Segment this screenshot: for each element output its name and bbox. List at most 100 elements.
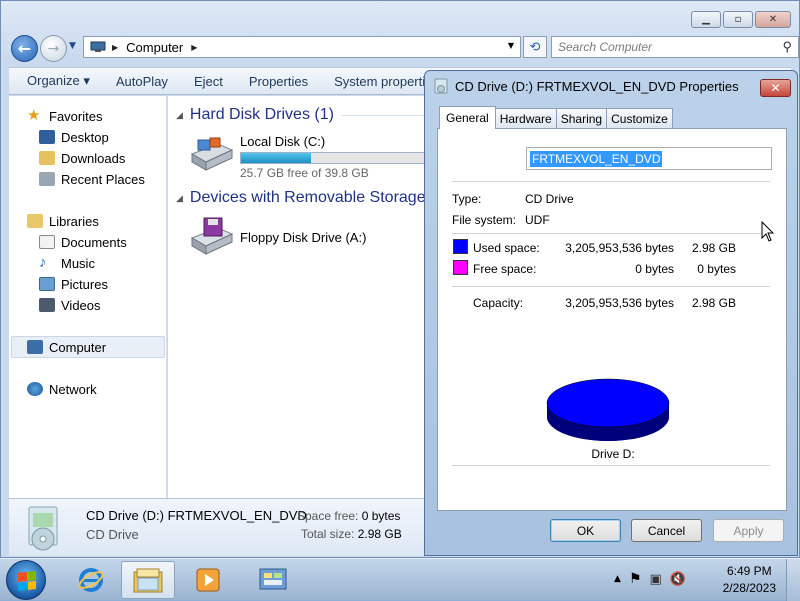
nav-libraries[interactable]: Libraries bbox=[27, 211, 99, 231]
maximize-button[interactable]: ▫ bbox=[723, 11, 753, 28]
pictures-icon bbox=[39, 277, 55, 291]
dialog-close-button[interactable]: ✕ bbox=[760, 79, 791, 97]
floppy-drive-icon bbox=[190, 217, 234, 255]
details-total-size: Total size: 2.98 GB bbox=[301, 527, 402, 541]
nav-label: Recent Places bbox=[61, 171, 145, 187]
autoplay-button[interactable]: AutoPlay bbox=[103, 74, 181, 89]
nav-recent-places[interactable]: Recent Places bbox=[39, 169, 145, 189]
collapse-arrow-icon[interactable]: ◢ bbox=[176, 110, 183, 121]
forward-button[interactable]: → bbox=[40, 35, 67, 62]
computer-icon bbox=[90, 41, 106, 52]
free-space-swatch bbox=[453, 260, 468, 275]
drive-floppy-a[interactable]: Floppy Disk Drive (A:) bbox=[188, 216, 366, 256]
breadcrumb-computer[interactable]: Computer bbox=[126, 40, 183, 55]
nav-label: Pictures bbox=[61, 276, 108, 292]
refresh-button[interactable]: ⟲ bbox=[523, 36, 547, 58]
collapse-arrow-icon[interactable]: ◢ bbox=[176, 193, 183, 204]
divider bbox=[452, 286, 770, 287]
tab-hardware[interactable]: Hardware bbox=[494, 108, 557, 128]
tab-general[interactable]: General bbox=[439, 106, 496, 129]
nav-music[interactable]: ♪ Music bbox=[39, 253, 95, 273]
details-pane: CD Drive (D:) FRTMEXVOL_EN_DVD CD Drive … bbox=[9, 498, 425, 556]
taskbar-control-panel[interactable] bbox=[246, 561, 300, 599]
start-button[interactable] bbox=[6, 560, 46, 600]
total-size-value: 2.98 GB bbox=[357, 527, 402, 541]
disk-usage-fill bbox=[241, 153, 312, 163]
properties-button[interactable]: Properties bbox=[236, 74, 321, 89]
system-clock[interactable]: 6:49 PM 2/28/2023 bbox=[723, 563, 776, 597]
file-system-value: UDF bbox=[525, 213, 550, 227]
property-tabs: General Hardware Sharing Customize bbox=[439, 106, 673, 129]
group-label: Hard Disk Drives (1) bbox=[189, 106, 334, 123]
apply-button[interactable]: Apply bbox=[713, 519, 784, 542]
details-space-free: Space free: 0 bytes bbox=[297, 509, 400, 523]
documents-icon bbox=[39, 235, 55, 249]
windows-logo-icon bbox=[18, 571, 36, 591]
type-label: Type: bbox=[452, 192, 482, 206]
tab-sharing[interactable]: Sharing bbox=[555, 108, 608, 128]
clock-time: 6:49 PM bbox=[726, 564, 772, 578]
control-panel-icon bbox=[259, 568, 287, 590]
ok-button[interactable]: OK bbox=[550, 519, 621, 542]
star-icon: ★ bbox=[27, 107, 41, 124]
show-desktop-button[interactable] bbox=[786, 559, 800, 601]
nav-label: Documents bbox=[61, 234, 127, 250]
show-hidden-icons-button[interactable]: ▲ bbox=[614, 574, 621, 584]
tab-customize[interactable]: Customize bbox=[606, 108, 673, 128]
nav-label: Libraries bbox=[49, 213, 99, 229]
nav-downloads[interactable]: Downloads bbox=[39, 148, 125, 168]
address-dropdown-icon[interactable]: ▼ bbox=[508, 41, 514, 50]
volume-muted-icon[interactable]: 🔇 bbox=[670, 572, 686, 587]
libraries-icon bbox=[27, 214, 43, 228]
organize-menu[interactable]: Organize ▾ bbox=[9, 73, 103, 89]
network-status-icon[interactable]: ▣ bbox=[650, 572, 662, 587]
nav-pictures[interactable]: Pictures bbox=[39, 274, 108, 294]
nav-label: Favorites bbox=[49, 108, 103, 124]
group-hard-disk-drives[interactable]: ◢ Hard Disk Drives (1) bbox=[176, 106, 425, 124]
nav-label: Music bbox=[61, 255, 95, 271]
free-space-gb: 0 bytes bbox=[697, 262, 736, 276]
nav-network[interactable]: Network bbox=[27, 379, 97, 399]
used-space-swatch bbox=[453, 239, 468, 254]
nav-favorites[interactable]: ★ Favorites bbox=[27, 106, 102, 126]
downloads-folder-icon bbox=[39, 151, 55, 165]
cancel-button[interactable]: Cancel bbox=[631, 519, 702, 542]
internet-explorer-icon bbox=[78, 568, 104, 592]
music-icon: ♪ bbox=[39, 254, 47, 271]
back-button[interactable]: ← bbox=[11, 35, 38, 62]
dialog-title-bar[interactable]: CD Drive (D:) FRTMEXVOL_EN_DVD Propertie… bbox=[433, 78, 739, 94]
search-placeholder: Search Computer bbox=[558, 40, 653, 54]
action-center-flag-icon[interactable]: ⚑ bbox=[629, 571, 642, 587]
nav-videos[interactable]: Videos bbox=[39, 295, 101, 315]
group-removable-storage[interactable]: ◢ Devices with Removable Storage (2 bbox=[176, 189, 425, 207]
taskbar-windows-explorer[interactable] bbox=[121, 561, 175, 599]
used-space-gb: 2.98 GB bbox=[691, 241, 736, 255]
address-bar[interactable]: ▶ Computer ▶ ▼ bbox=[83, 36, 521, 58]
eject-button[interactable]: Eject bbox=[181, 74, 236, 89]
taskbar-internet-explorer[interactable] bbox=[64, 561, 118, 599]
nav-computer[interactable]: Computer bbox=[27, 337, 106, 357]
drive-local-disk-c[interactable]: Local Disk (C:) 25.7 GB free of 39.8 GB bbox=[188, 132, 425, 180]
breadcrumb-separator-icon[interactable]: ▶ bbox=[112, 43, 118, 52]
file-system-label: File system: bbox=[452, 213, 517, 227]
recent-pages-dropdown[interactable]: ▼ bbox=[69, 41, 76, 51]
network-icon bbox=[27, 382, 43, 396]
capacity-gb: 2.98 GB bbox=[691, 296, 736, 310]
close-button[interactable]: ✕ bbox=[755, 11, 791, 28]
disk-usage-pie-chart bbox=[546, 378, 670, 441]
volume-label-text: FRTMEXVOL_EN_DVD bbox=[530, 150, 663, 167]
taskbar-media-player[interactable] bbox=[181, 561, 235, 599]
search-input[interactable]: Search Computer ⚲ bbox=[551, 36, 799, 58]
folder-icon bbox=[133, 568, 163, 593]
breadcrumb-separator-icon[interactable]: ▶ bbox=[191, 43, 197, 52]
drive-free-space: 25.7 GB free of 39.8 GB bbox=[240, 166, 369, 180]
cd-drive-icon bbox=[28, 506, 58, 551]
divider bbox=[452, 465, 770, 466]
content-pane: ◢ Hard Disk Drives (1) Local Disk (C:) 2… bbox=[168, 96, 425, 498]
minimize-button[interactable]: ▁ bbox=[691, 11, 721, 28]
search-icon[interactable]: ⚲ bbox=[782, 39, 792, 55]
nav-documents[interactable]: Documents bbox=[39, 232, 127, 252]
volume-label-input[interactable]: FRTMEXVOL_EN_DVD bbox=[526, 147, 772, 170]
nav-desktop[interactable]: Desktop bbox=[39, 127, 109, 147]
group-divider bbox=[341, 114, 425, 116]
